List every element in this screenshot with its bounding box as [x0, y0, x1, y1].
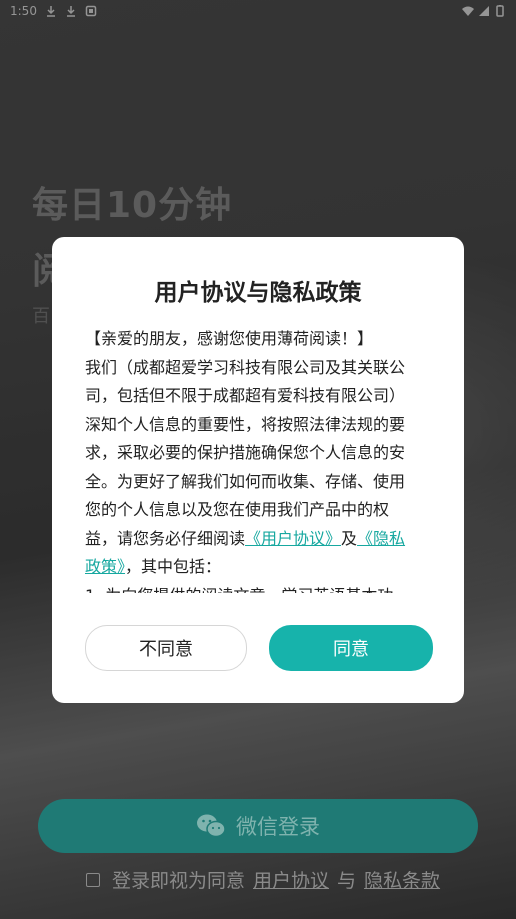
dialog-body[interactable]: 【亲爱的朋友，感谢您使用薄荷阅读！】 我们（成都超爱学习科技有限公司及其关联公司… — [85, 325, 420, 593]
dialog-after-links-text: ，其中包括： — [125, 557, 222, 576]
terms-and: 与 — [337, 870, 357, 892]
dialog-title: 用户协议与隐私政策 — [154, 280, 362, 306]
agree-button[interactable]: 同意 — [269, 625, 433, 671]
wechat-login-label: 微信登录 — [236, 815, 320, 839]
disagree-button[interactable]: 不同意 — [85, 625, 247, 671]
dialog-paragraph: 我们（成都超爱学习科技有限公司及其关联公司，包括但不限于成都超有爱科技有限公司）… — [85, 354, 420, 582]
dialog-greeting: 【亲爱的朋友，感谢您使用薄荷阅读！】 — [85, 329, 374, 348]
dialog-intro-text: 我们（成都超爱学习科技有限公司及其关联公司，包括但不限于成都超有爱科技有限公司）… — [85, 357, 406, 548]
terms-user-agreement-link[interactable]: 用户协议 — [253, 866, 329, 893]
wechat-icon — [196, 813, 226, 839]
user-agreement-link[interactable]: 《用户协议》 — [245, 529, 341, 548]
login-terms: 登录即视为同意 用户协议 与 隐私条款 — [86, 866, 440, 893]
wechat-login-button[interactable]: 微信登录 — [38, 799, 478, 853]
privacy-dialog: 用户协议与隐私政策 【亲爱的朋友，感谢您使用薄荷阅读！】 我们（成都超爱学习科技… — [52, 237, 464, 703]
dialog-list-item: 1. 为向您提供的阅读文章、学习英语基本功 — [85, 582, 420, 594]
terms-checkbox[interactable] — [86, 872, 100, 887]
terms-privacy-link[interactable]: 隐私条款 — [364, 866, 440, 893]
terms-prefix: 登录即视为同意 — [112, 870, 246, 892]
dialog-and-text: 及 — [341, 528, 358, 548]
